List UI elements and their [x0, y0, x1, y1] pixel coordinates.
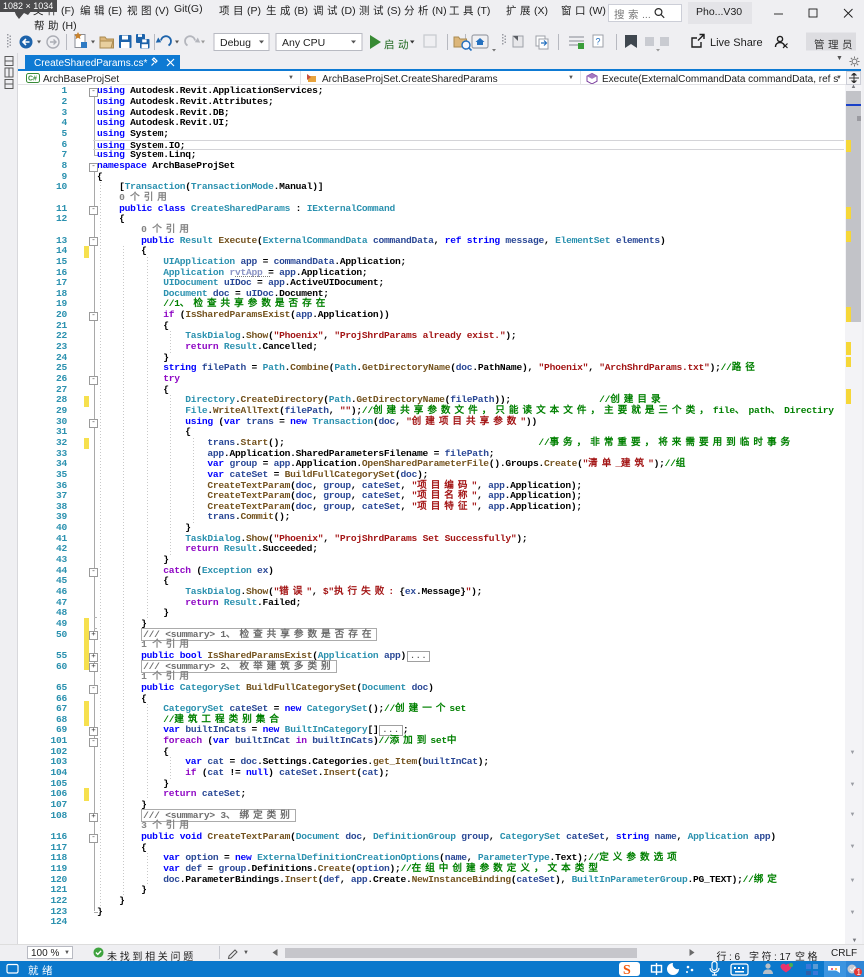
svg-text:C#: C# [28, 75, 37, 82]
svg-text:1: 1 [857, 968, 862, 977]
svg-text:S: S [623, 963, 631, 977]
svg-text:?: ? [596, 37, 601, 47]
